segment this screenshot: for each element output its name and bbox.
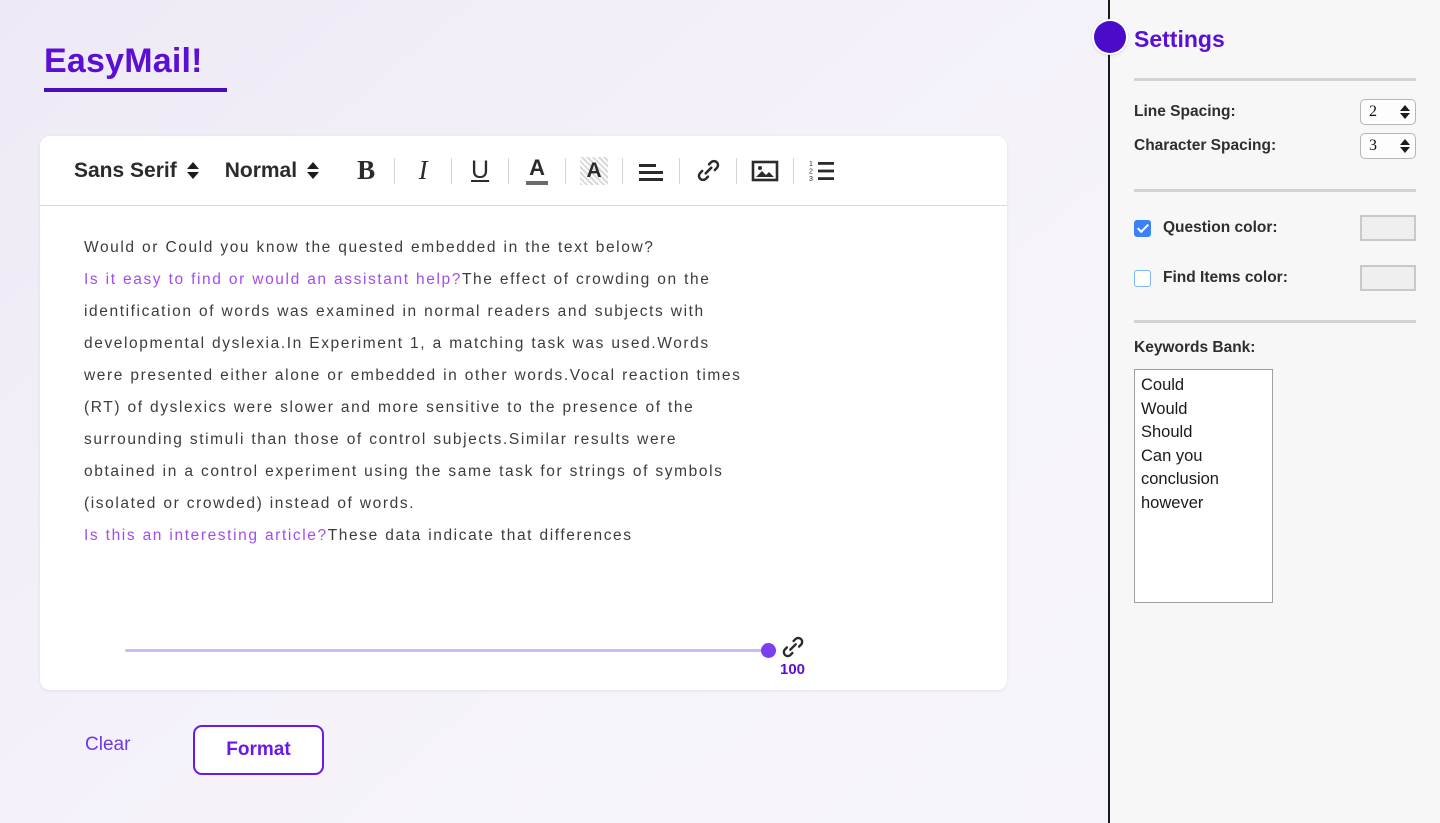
main-content-area: EasyMail! Sans Serif Normal B I U A A 1 … <box>0 0 1109 823</box>
toolbar-divider <box>394 157 396 184</box>
page-title: EasyMail! <box>44 42 203 80</box>
italic-icon: I <box>418 155 428 185</box>
link-icon <box>697 159 719 182</box>
bold-button[interactable]: B <box>345 150 387 192</box>
keyword-item[interactable]: Would <box>1141 398 1272 422</box>
character-spacing-stepper[interactable]: 3 <box>1360 133 1416 159</box>
text-color-letter: A <box>529 154 546 180</box>
line-spacing-row: Line Spacing: 2 <box>1110 95 1440 129</box>
question-color-swatch[interactable] <box>1360 215 1416 241</box>
font-family-select[interactable]: Sans Serif <box>74 159 199 183</box>
paragraph-body: Would or Could you know the quested embe… <box>84 239 655 256</box>
clear-button[interactable]: Clear <box>85 734 130 756</box>
editor-paragraph: Is it easy to find or would an assistant… <box>84 264 744 520</box>
line-spacing-label: Line Spacing: <box>1134 103 1236 120</box>
editor-paragraph: Is this an interesting article?These dat… <box>84 520 744 552</box>
chevron-updown-icon <box>186 162 199 179</box>
question-color-row: Question color: <box>1110 208 1440 248</box>
highlight-icon: A <box>580 156 609 185</box>
text-color-icon: A <box>524 154 550 185</box>
editor-text-content[interactable]: Would or Could you know the quested embe… <box>84 232 744 552</box>
paragraph-body: The effect of crowding on the identifica… <box>84 271 742 512</box>
settings-panel: Settings Line Spacing: 2 Character Spaci… <box>1110 0 1440 823</box>
underline-button[interactable]: U <box>459 150 501 192</box>
question-color-checkbox[interactable] <box>1134 219 1151 237</box>
keyword-item[interactable]: Could <box>1141 374 1272 398</box>
svg-text:2: 2 <box>809 168 813 175</box>
zoom-slider-value: 100 <box>780 661 806 678</box>
zoom-slider-row: 100 <box>125 636 806 687</box>
align-left-icon <box>639 163 664 181</box>
link-button[interactable] <box>687 150 729 192</box>
toolbar-divider <box>679 157 681 184</box>
font-family-label: Sans Serif <box>74 158 177 182</box>
keyword-item[interactable]: Can you <box>1141 445 1272 469</box>
page-title-underline <box>44 88 227 92</box>
svg-text:1: 1 <box>809 161 813 168</box>
embedded-question: Is this an interesting article? <box>84 527 328 544</box>
toolbar-divider <box>565 157 567 184</box>
settings-header: Settings <box>1110 0 1440 78</box>
highlight-letter: A <box>586 159 602 182</box>
link-icon[interactable] <box>780 634 806 660</box>
editor-paragraph: Would or Could you know the quested embe… <box>84 232 744 264</box>
question-color-label: Question color: <box>1163 219 1278 236</box>
editor-body[interactable]: Would or Could you know the quested embe… <box>40 206 1007 689</box>
settings-divider <box>1134 320 1416 323</box>
stepper-arrows-icon[interactable] <box>1400 139 1410 153</box>
chevron-updown-icon <box>307 162 320 179</box>
editor-toolbar: Sans Serif Normal B I U A A 1 2 3 <box>40 136 1007 206</box>
bold-icon: B <box>357 155 376 185</box>
panel-resizer[interactable] <box>1108 0 1110 823</box>
character-spacing-label: Character Spacing: <box>1134 137 1277 154</box>
character-spacing-row: Character Spacing: 3 <box>1110 129 1440 163</box>
find-items-color-row: Find Items color: <box>1110 258 1440 298</box>
keyword-item[interactable]: however <box>1141 492 1272 516</box>
zoom-slider-track[interactable] <box>125 649 770 652</box>
format-button[interactable]: Format <box>193 725 324 775</box>
toolbar-divider <box>451 157 453 184</box>
image-button[interactable] <box>744 150 786 192</box>
character-spacing-value: 3 <box>1369 137 1377 154</box>
toolbar-divider <box>508 157 510 184</box>
underline-icon: U <box>471 156 490 184</box>
ordered-list-button[interactable]: 1 2 3 <box>801 150 843 192</box>
drag-handle-icon[interactable] <box>1094 21 1126 53</box>
settings-title: Settings <box>1134 25 1225 52</box>
embedded-question: Is it easy to find or would an assistant… <box>84 271 462 288</box>
text-color-button[interactable]: A <box>516 150 558 192</box>
line-spacing-value: 2 <box>1369 103 1377 120</box>
zoom-slider-thumb[interactable] <box>761 643 776 658</box>
italic-button[interactable]: I <box>402 150 444 192</box>
paragraph-body: These data indicate that differences <box>327 527 633 544</box>
find-items-color-label: Find Items color: <box>1163 269 1288 286</box>
toolbar-divider <box>793 157 795 184</box>
font-size-select[interactable]: Normal <box>224 158 320 183</box>
keywords-bank-title: Keywords Bank: <box>1134 339 1256 356</box>
stepper-arrows-icon[interactable] <box>1400 105 1410 119</box>
toolbar-divider <box>622 157 624 184</box>
line-spacing-stepper[interactable]: 2 <box>1360 99 1416 125</box>
find-items-color-checkbox[interactable] <box>1134 269 1151 287</box>
highlight-button[interactable]: A <box>573 150 615 192</box>
find-items-color-swatch[interactable] <box>1360 265 1416 291</box>
keyword-item[interactable]: Should <box>1141 421 1272 445</box>
align-left-button[interactable] <box>630 150 672 192</box>
toolbar-divider <box>736 157 738 184</box>
editor-card: Sans Serif Normal B I U A A 1 2 3 Would … <box>40 136 1007 690</box>
svg-text:3: 3 <box>809 176 813 183</box>
font-size-label: Normal <box>224 158 298 182</box>
ordered-list-icon: 1 2 3 <box>809 161 835 183</box>
image-icon <box>751 160 779 181</box>
keywords-bank-listbox[interactable]: Could Would Should Can you conclusion however <box>1134 369 1273 603</box>
keyword-item[interactable]: conclusion <box>1141 468 1272 492</box>
